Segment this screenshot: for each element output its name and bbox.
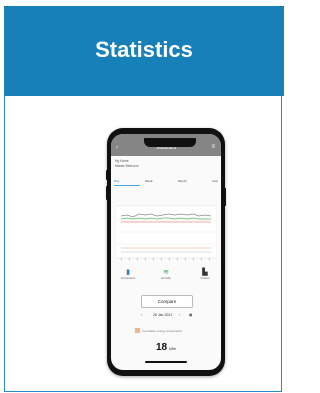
x-tick — [145, 258, 146, 260]
metric-temperature[interactable]: ▮ Temperature — [120, 269, 136, 280]
phone-screen: ‹ Statistics ≡ My Home Master Bedroom Da… — [111, 134, 221, 370]
x-tick — [161, 258, 162, 260]
active-tab-indicator — [114, 185, 140, 186]
date-selector: ‹ 26 Jan 2021 › ▦ — [133, 312, 203, 321]
tab-month[interactable]: Month — [178, 179, 186, 185]
phone-volume-down — [106, 186, 108, 200]
x-tick — [169, 258, 170, 260]
home-name: My Home — [115, 159, 129, 163]
metric-selector: ▮ Temperature ≋ Humidity ▙ Outdoor — [111, 269, 221, 285]
humidity-icon: ≋ — [163, 269, 169, 276]
phone-power-button — [224, 188, 226, 206]
x-axis-ticks — [121, 258, 210, 260]
x-tick — [185, 258, 186, 260]
x-tick — [129, 258, 130, 260]
home-indicator — [145, 361, 187, 363]
metric-humidity[interactable]: ≋ Humidity — [158, 269, 174, 280]
consumption-number: 18 — [155, 342, 168, 353]
x-tick — [193, 258, 194, 260]
date-label: 26 Jan 2021 — [153, 313, 173, 317]
card-title: Statistics — [95, 37, 193, 62]
metric-outdoor-label: Outdoor — [200, 277, 210, 280]
metric-humidity-label: Humidity — [160, 277, 172, 280]
metric-outdoor[interactable]: ▙ Outdoor — [197, 269, 213, 280]
statistics-chart — [115, 205, 217, 260]
legend-swatch — [135, 328, 140, 333]
x-tick — [177, 258, 178, 260]
menu-icon[interactable]: ≡ — [211, 144, 215, 150]
x-tick — [209, 258, 210, 260]
x-tick — [121, 258, 122, 260]
prev-date-icon[interactable]: ‹ — [141, 313, 142, 317]
legend: Cumulative energy consumption — [135, 328, 205, 333]
metric-temperature-label: Temperature — [120, 277, 136, 280]
tab-year[interactable]: Year — [212, 179, 218, 185]
room-name: Master Bedroom — [115, 164, 139, 168]
x-tick — [153, 258, 154, 260]
x-tick — [137, 258, 138, 260]
phone-mockup: ‹ Statistics ≡ My Home Master Bedroom Da… — [106, 128, 226, 376]
tab-week[interactable]: Week — [145, 179, 153, 185]
phone-notch — [144, 138, 196, 147]
card-header: Statistics — [4, 6, 284, 96]
x-tick — [201, 258, 202, 260]
building-icon: ▙ — [202, 269, 208, 276]
legend-label: Cumulative energy consumption — [142, 328, 182, 333]
thermometer-icon: ▮ — [126, 269, 130, 276]
consumption-value: 18 kWh — [111, 337, 221, 355]
consumption-unit: kWh — [169, 347, 177, 351]
compare-button[interactable]: Compare — [141, 295, 193, 308]
phone-volume-up — [106, 170, 108, 180]
calendar-icon[interactable]: ▦ — [189, 313, 192, 317]
next-date-icon[interactable]: › — [179, 313, 180, 317]
